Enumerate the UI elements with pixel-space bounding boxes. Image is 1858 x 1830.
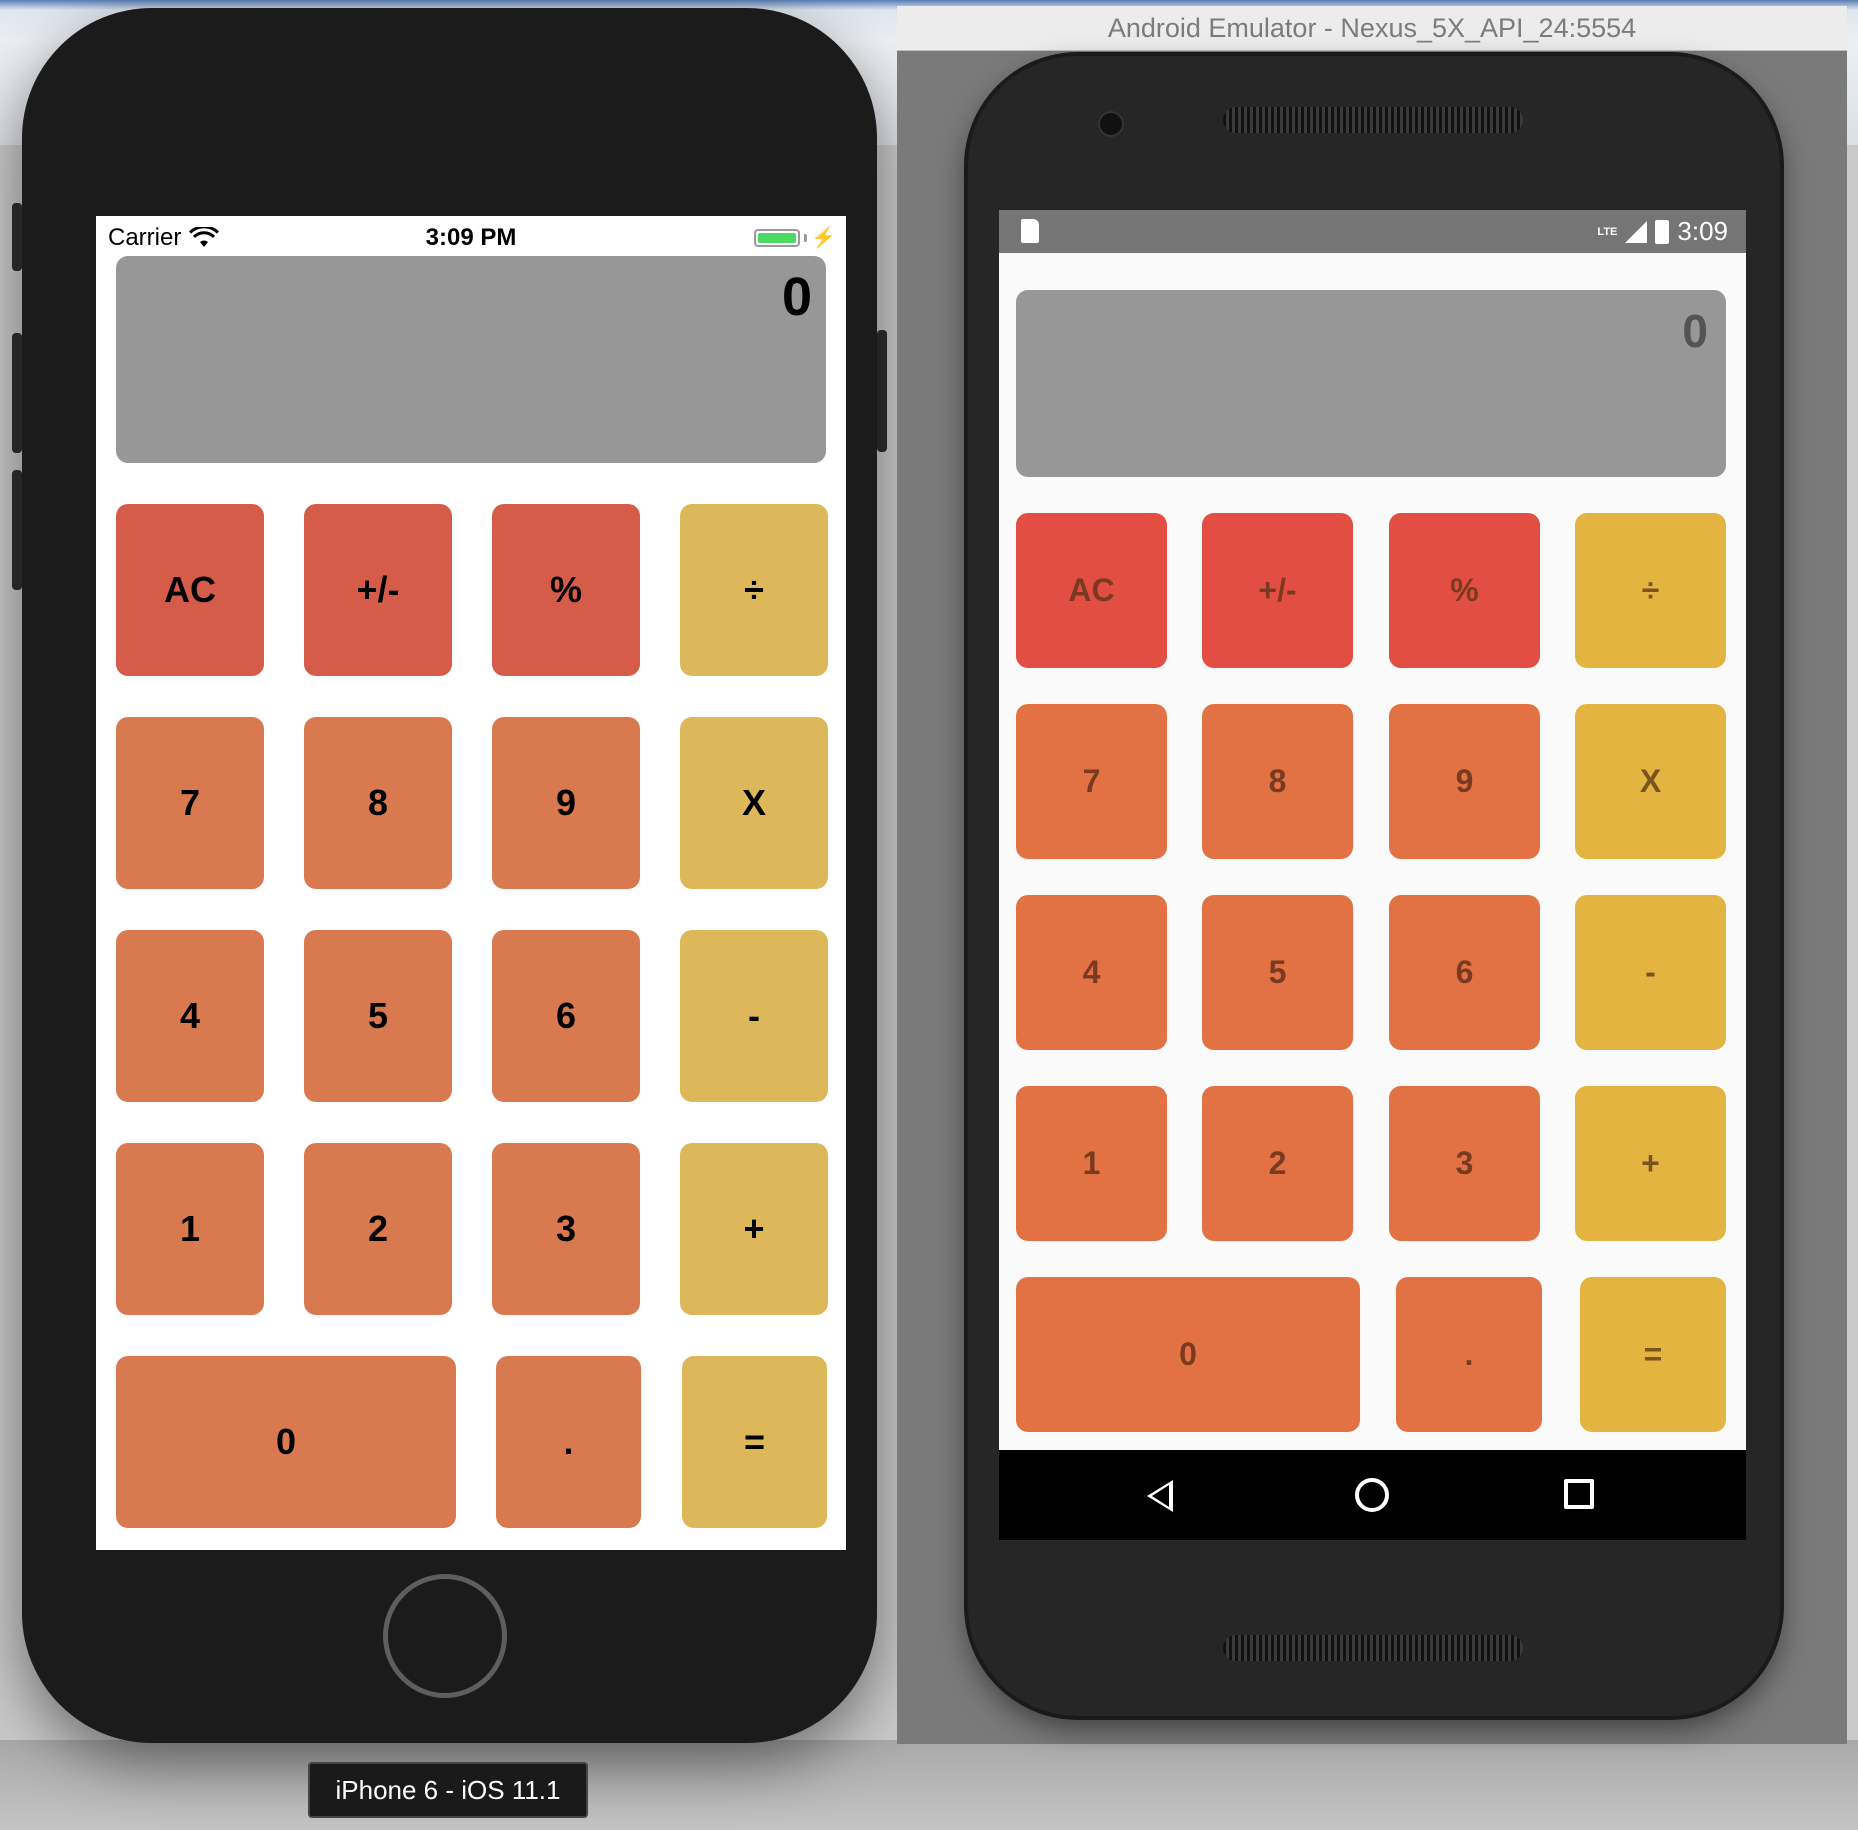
mute-switch (12, 203, 22, 271)
key-minus[interactable]: - (1575, 895, 1726, 1050)
display-value: 0 (781, 267, 812, 327)
key-ac[interactable]: AC (1016, 513, 1167, 668)
display-value: 0 (1682, 305, 1708, 357)
key-8[interactable]: 8 (1202, 704, 1353, 859)
key-2[interactable]: 2 (304, 1143, 452, 1315)
home-icon[interactable] (1355, 1478, 1389, 1512)
key-equals[interactable]: = (682, 1356, 827, 1528)
key-percent[interactable]: % (1389, 513, 1540, 668)
key-6[interactable]: 6 (492, 930, 640, 1102)
key-divide[interactable]: ÷ (1575, 513, 1726, 668)
key-8[interactable]: 8 (304, 717, 452, 889)
battery-icon (754, 228, 801, 247)
lte-label: LTE (1597, 225, 1618, 238)
key-percent[interactable]: % (492, 504, 640, 676)
key-7[interactable]: 7 (116, 717, 264, 889)
android-screen: LTE 3:09 0 AC +/- % ÷ 7 8 9 X 4 5 6 - 1 … (999, 210, 1746, 1540)
key-decimal[interactable]: . (1396, 1277, 1542, 1432)
key-minus[interactable]: - (680, 930, 828, 1102)
signal-icon (1625, 220, 1648, 243)
desktop-background-bottom (0, 1740, 1858, 1830)
home-button[interactable] (383, 1574, 507, 1698)
calculator-display: 0 (1016, 290, 1726, 477)
key-equals[interactable]: = (1580, 1277, 1726, 1432)
key-2[interactable]: 2 (1202, 1086, 1353, 1241)
battery-indicator: ⚡ (754, 225, 836, 250)
key-multiply[interactable]: X (1575, 704, 1726, 859)
key-9[interactable]: 9 (492, 717, 640, 889)
top-speaker-grille (1223, 107, 1523, 133)
key-9[interactable]: 9 (1389, 704, 1540, 859)
key-3[interactable]: 3 (1389, 1086, 1540, 1241)
key-plus[interactable]: + (1575, 1086, 1726, 1241)
key-1[interactable]: 1 (116, 1143, 264, 1315)
simulator-device-label: iPhone 6 - iOS 11.1 (308, 1762, 588, 1818)
android-status-bar: LTE 3:09 (999, 210, 1746, 253)
key-plus[interactable]: + (680, 1143, 828, 1315)
key-sign[interactable]: +/- (1202, 513, 1353, 668)
front-camera (1098, 111, 1124, 137)
status-icons: LTE 3:09 (1597, 216, 1728, 247)
key-5[interactable]: 5 (304, 930, 452, 1102)
key-3[interactable]: 3 (492, 1143, 640, 1315)
battery-icon (1655, 219, 1670, 244)
recents-icon[interactable] (1564, 1479, 1594, 1509)
key-7[interactable]: 7 (1016, 704, 1167, 859)
emulator-title-bar[interactable]: Android Emulator - Nexus_5X_API_24:5554 (897, 6, 1847, 51)
iphone-simulator-frame: Carrier 3:09 PM ⚡ 0 AC +/- % ÷ 7 8 9 X 4… (12, 8, 887, 1743)
key-0[interactable]: 0 (116, 1356, 456, 1528)
ios-clock: 3:09 PM (425, 224, 517, 251)
key-divide[interactable]: ÷ (680, 504, 828, 676)
android-navigation-bar (999, 1450, 1746, 1540)
ios-status-bar: Carrier 3:09 PM ⚡ (96, 216, 846, 256)
key-6[interactable]: 6 (1389, 895, 1540, 1050)
volume-down-button (12, 470, 22, 590)
key-sign[interactable]: +/- (304, 504, 452, 676)
key-ac[interactable]: AC (116, 504, 264, 676)
bottom-speaker-grille (1223, 1635, 1523, 1661)
charging-bolt-icon: ⚡ (811, 227, 836, 249)
key-5[interactable]: 5 (1202, 895, 1353, 1050)
android-clock: 3:09 (1677, 216, 1728, 246)
calculator-display: 0 (116, 256, 826, 463)
key-4[interactable]: 4 (116, 930, 264, 1102)
key-decimal[interactable]: . (496, 1356, 641, 1528)
key-multiply[interactable]: X (680, 717, 828, 889)
key-1[interactable]: 1 (1016, 1086, 1167, 1241)
ios-screen: Carrier 3:09 PM ⚡ 0 AC +/- % ÷ 7 8 9 X 4… (96, 216, 846, 1550)
volume-up-button (12, 333, 22, 453)
key-4[interactable]: 4 (1016, 895, 1167, 1050)
power-button (877, 330, 887, 452)
key-0[interactable]: 0 (1016, 1277, 1360, 1432)
sd-card-icon (1021, 219, 1039, 243)
